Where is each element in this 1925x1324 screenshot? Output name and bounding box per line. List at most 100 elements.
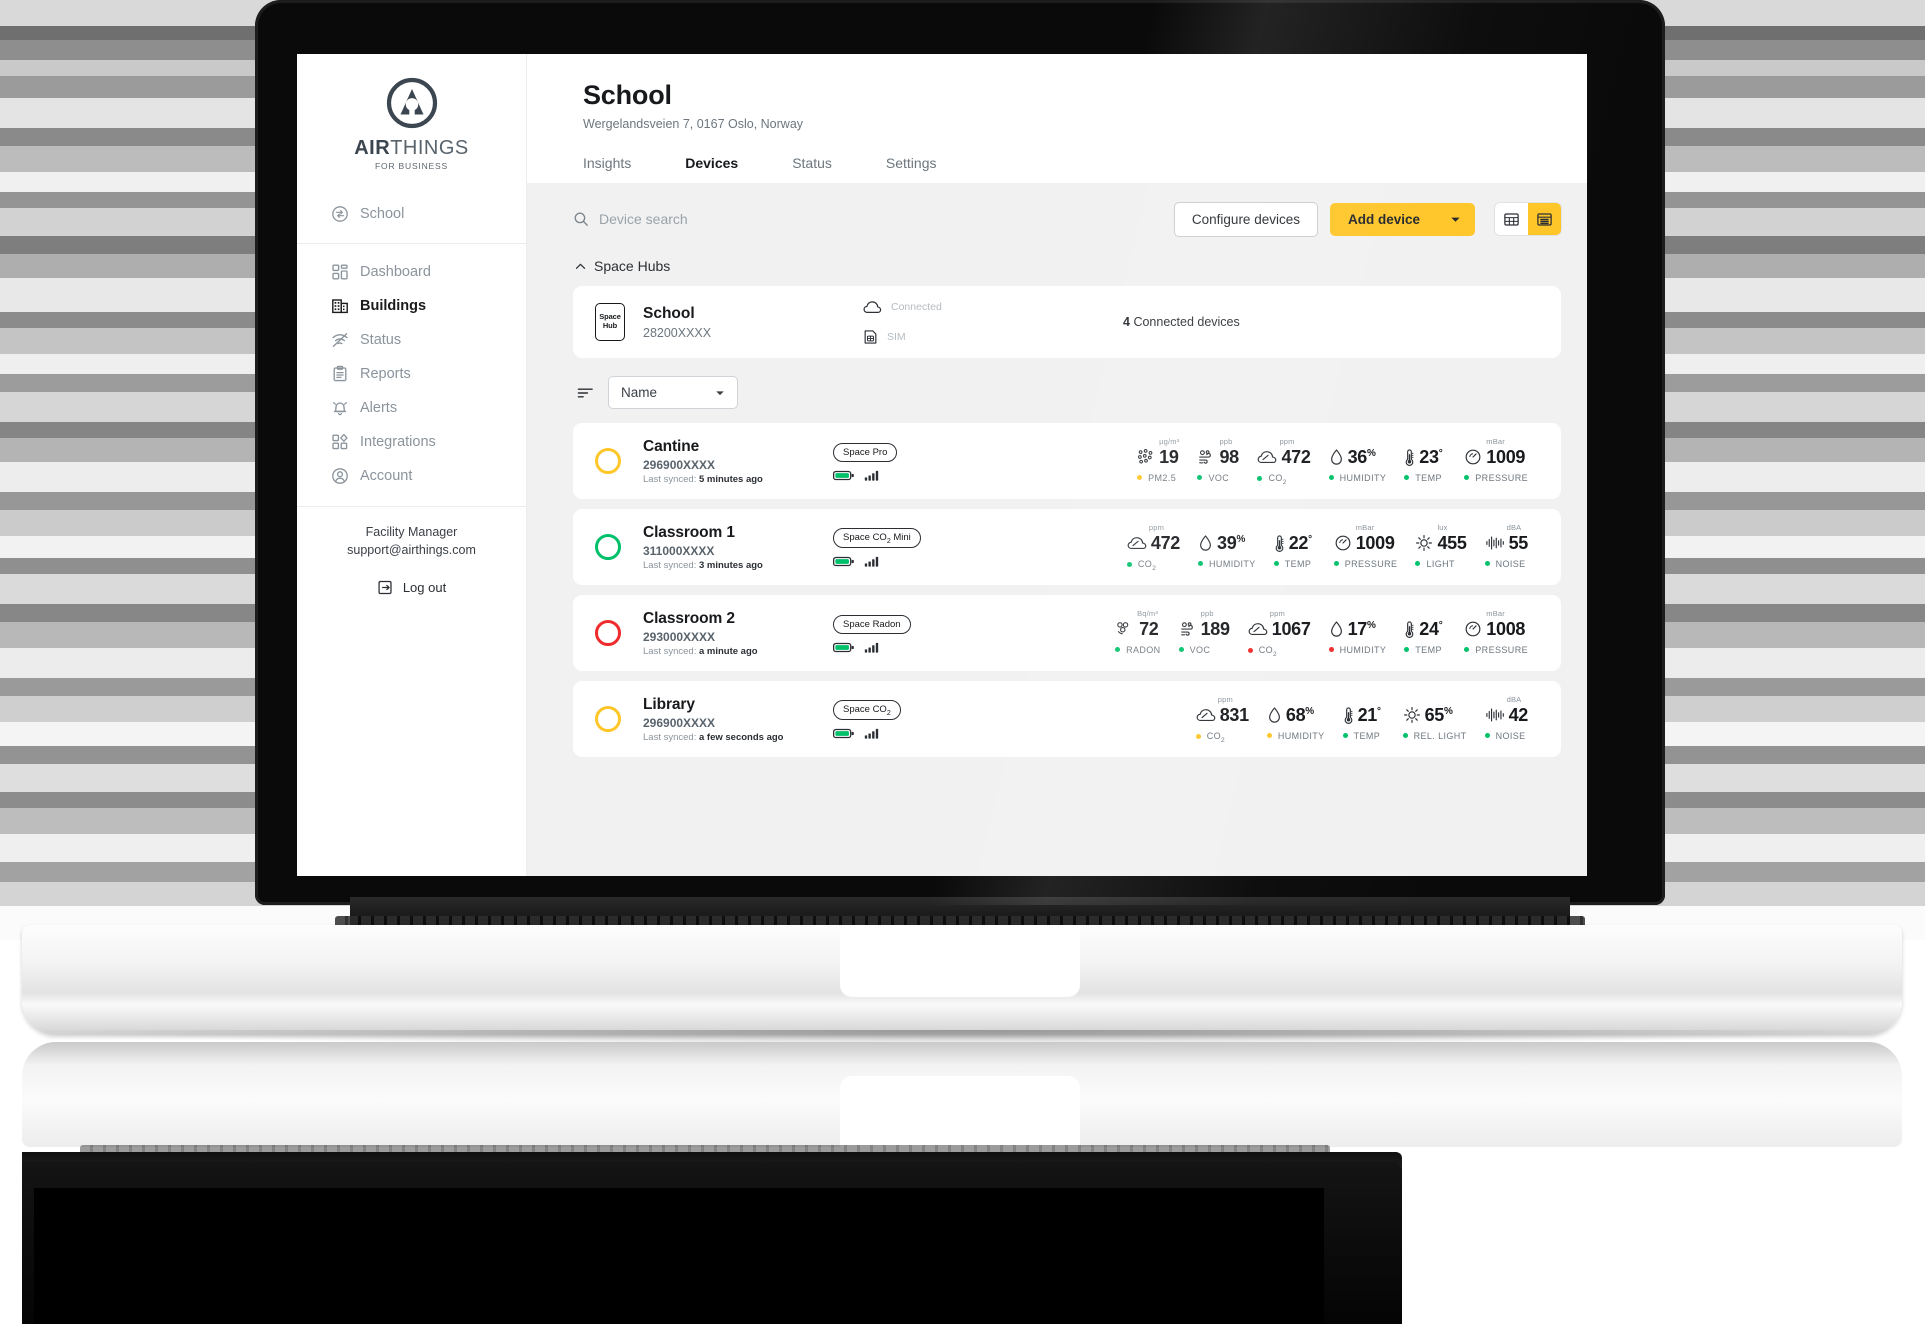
signal-bars-icon (864, 470, 881, 481)
device-list: Cantine 296900XXXX Last synced: 5 minute… (573, 423, 1561, 757)
device-row[interactable]: Classroom 2 293000XXXX Last synced: a mi… (573, 595, 1561, 671)
list-view-icon[interactable] (1528, 203, 1561, 235)
sensor-value: 55 (1508, 532, 1529, 553)
brand-wordmark: AIRTHINGS (297, 138, 526, 158)
sensor-value: 1067 (1271, 618, 1311, 639)
device-row[interactable]: Library 296900XXXX Last synced: a few se… (573, 681, 1561, 757)
device-row[interactable]: Classroom 1 311000XXXX Last synced: 3 mi… (573, 509, 1561, 585)
space-hubs-label: Space Hubs (594, 258, 671, 274)
sensor-label: NOISE (1495, 558, 1526, 569)
device-sensor-readings: ppm 831 CO2 68% HUMIDITY 21° TEMP 65% RE… (943, 695, 1543, 743)
sensor-value: 17% (1347, 618, 1376, 639)
hub-name: School (643, 304, 695, 322)
sensor-value: 472 (1150, 532, 1181, 553)
search-field[interactable] (573, 211, 1174, 227)
sidebar-item-reports[interactable]: Reports (297, 357, 526, 391)
account-icon (331, 467, 349, 485)
sensor-value: 472 (1281, 446, 1311, 467)
device-sensor-readings: µg/m³ 19 PM2.5 ppb 98 VOC ppm 472 CO2 36… (943, 437, 1543, 485)
device-serial: 311000XXXX (643, 543, 715, 558)
sensor-value: 42 (1508, 704, 1529, 725)
status-dot (1178, 647, 1184, 653)
sensor-unit: ppb (1200, 608, 1214, 618)
sensor-value: 98 (1219, 446, 1239, 467)
buildings-icon (331, 297, 349, 315)
device-power-row (833, 556, 943, 568)
tab-insights[interactable]: Insights (583, 149, 631, 183)
sidebar-item-integrations[interactable]: Integrations (297, 425, 526, 459)
sensor-value: 39% (1217, 532, 1246, 553)
tab-settings[interactable]: Settings (886, 149, 937, 183)
humidity-icon (1329, 620, 1344, 638)
tab-label: Insights (583, 155, 632, 171)
brand-tagline: FOR BUSINESS (375, 161, 448, 171)
sensor-label: NOISE (1495, 730, 1526, 741)
thermometer-icon (1404, 620, 1415, 639)
tab-devices[interactable]: Devices (685, 149, 738, 183)
co2-cloud-icon (1127, 535, 1147, 552)
sensor-noise: dBA 55 NOISE (1476, 523, 1537, 569)
sort-selected-value: Name (621, 385, 658, 400)
sensor-label: TEMP (1353, 730, 1381, 741)
sensor-unit: mBar (1486, 436, 1505, 446)
sensor-value: 1009 (1355, 532, 1395, 553)
voc-icon (1197, 448, 1215, 466)
logout-button[interactable]: Log out (297, 565, 526, 596)
sim-card-icon (863, 329, 878, 345)
noise-icon (1485, 706, 1505, 724)
sidebar-item-account[interactable]: Account (297, 459, 526, 493)
space-hub-card[interactable]: Space Hub School 28200XXXX Connected SIM… (573, 286, 1561, 358)
sidebar-item-label: Reports (360, 366, 411, 382)
sensor-unit: ppm (1148, 522, 1165, 532)
device-type-block: Space CO2 Mini (833, 527, 943, 568)
airthings-logo-icon (385, 76, 439, 130)
laptop-base-notch (840, 925, 1080, 997)
sidebar-item-dashboard[interactable]: Dashboard (297, 255, 526, 289)
co2-cloud-icon (1248, 621, 1268, 638)
status-dot (1257, 476, 1263, 482)
page-address: Wergelandsveien 7, 0167 Oslo, Norway (583, 117, 804, 131)
tab-label: Devices (685, 155, 739, 171)
device-status-ring (595, 534, 621, 560)
sensor-value: 65% (1424, 704, 1453, 725)
sidebar-item-label: Status (360, 332, 402, 348)
sensor-label: PRESSURE (1475, 644, 1528, 655)
add-device-button[interactable]: Add device (1329, 202, 1475, 236)
device-last-synced: Last synced: 3 minutes ago (643, 559, 763, 571)
sensor-unit (1296, 523, 1316, 533)
sensor-pressure: mBar 1008 PRESSURE (1455, 609, 1537, 655)
sensor-label: REL. LIGHT (1413, 730, 1467, 741)
grid-view-icon[interactable] (1495, 203, 1528, 235)
sensor-unit: µg/m³ (1159, 436, 1180, 446)
sensor-label: HUMIDITY (1277, 730, 1325, 741)
device-type-block: Space Pro (833, 442, 943, 481)
co2-cloud-icon (1257, 449, 1277, 466)
sidebar-item-status[interactable]: Status (297, 323, 526, 357)
sidebar-item-buildings[interactable]: Buildings (297, 289, 526, 323)
device-last-synced: Last synced: a few seconds ago (643, 731, 784, 743)
sensor-temp: 22° TEMP (1265, 523, 1325, 569)
sensor-radon: Bq/m³ 72 RADON (1106, 609, 1170, 655)
device-row[interactable]: Cantine 296900XXXX Last synced: 5 minute… (573, 423, 1561, 499)
sensor-unit (1425, 695, 1467, 705)
sensor-pressure: mBar 1009 PRESSURE (1455, 437, 1537, 483)
sidebar-item-alerts[interactable]: Alerts (297, 391, 526, 425)
hub-connected-label: Connected devices (1133, 315, 1240, 329)
space-hubs-section-header[interactable]: Space Hubs (573, 255, 1561, 286)
sidebar-item-school[interactable]: School (297, 197, 526, 231)
sort-icon[interactable] (577, 386, 594, 400)
pressure-icon (1334, 534, 1352, 552)
sensor-unit (1220, 523, 1256, 533)
cloud-icon (863, 300, 882, 315)
sensor-pm2-5: µg/m³ 19 PM2.5 (1128, 437, 1188, 483)
sensor-value: 1009 (1486, 446, 1526, 467)
sort-select[interactable]: Name (608, 376, 738, 409)
tab-status[interactable]: Status (792, 149, 832, 183)
hub-connected-devices: 4 Connected devices (1123, 315, 1240, 329)
sensor-humidity: 68% HUMIDITY (1258, 695, 1334, 741)
add-device-label: Add device (1347, 211, 1420, 227)
status-dot (1342, 733, 1348, 739)
configure-devices-button[interactable]: Configure devices (1173, 201, 1318, 237)
search-input[interactable] (599, 211, 839, 227)
reflection-notch (840, 1076, 1080, 1148)
